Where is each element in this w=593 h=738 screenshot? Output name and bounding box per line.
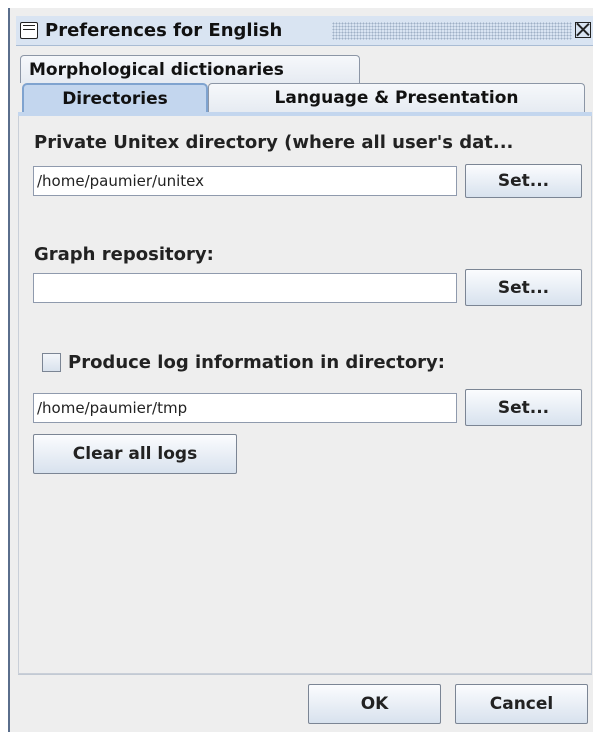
cancel-button[interactable]: Cancel (455, 684, 588, 724)
footer-separator (18, 674, 592, 675)
tab-label: Language & Presentation (274, 88, 519, 108)
log-dir-set-button[interactable]: Set... (465, 389, 582, 426)
ok-button[interactable]: OK (308, 684, 441, 724)
title-bar-grip[interactable] (332, 22, 572, 40)
close-icon[interactable] (575, 22, 591, 38)
graph-repo-label: Graph repository: (34, 244, 214, 265)
title-bar[interactable]: Preferences for English (16, 16, 593, 46)
window-icon[interactable] (20, 22, 38, 39)
graph-repo-set-button[interactable]: Set... (465, 269, 582, 306)
tab-label: Morphological dictionaries (29, 59, 284, 80)
window-title: Preferences for English (45, 20, 283, 41)
tab-directories[interactable]: Directories (22, 83, 208, 112)
graph-repo-field[interactable] (33, 273, 457, 303)
private-dir-field[interactable] (33, 166, 457, 196)
log-checkbox-label[interactable]: Produce log information in directory: (68, 352, 445, 373)
tab-language-presentation[interactable]: Language & Presentation (208, 83, 585, 112)
tab-morphological-dictionaries[interactable]: Morphological dictionaries (20, 55, 360, 83)
log-checkbox[interactable] (42, 353, 61, 372)
private-dir-set-button[interactable]: Set... (465, 164, 582, 198)
clear-all-logs-button[interactable]: Clear all logs (33, 434, 237, 474)
private-dir-label: Private Unitex directory (where all user… (34, 132, 514, 153)
tab-label: Directories (62, 88, 168, 109)
log-dir-field[interactable] (33, 393, 457, 423)
